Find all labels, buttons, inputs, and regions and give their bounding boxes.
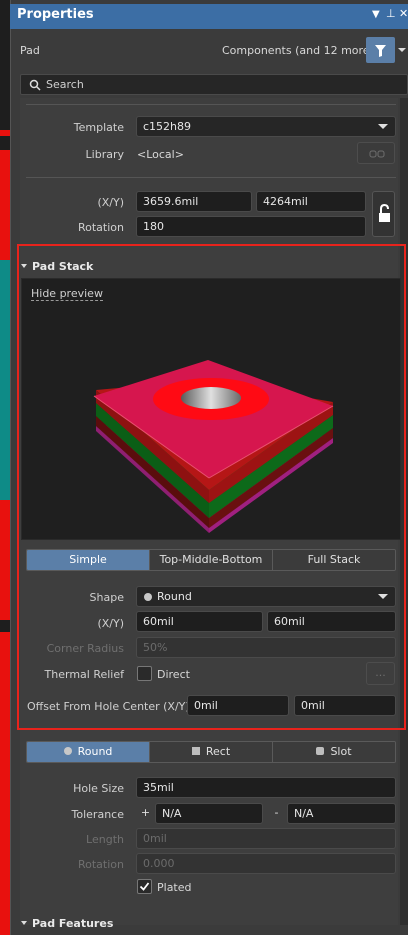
template-dropdown[interactable]: c152h89 [136, 116, 396, 137]
length-label: Length [86, 833, 124, 846]
offset-x-input[interactable]: 0mil [187, 695, 289, 716]
template-value: c152h89 [143, 120, 192, 133]
tolerance-minus-input[interactable]: N/A [287, 803, 396, 824]
library-value: <Local> [137, 148, 184, 161]
tolerance-plus-sign: + [140, 806, 151, 819]
offset-y-input[interactable]: 0mil [294, 695, 396, 716]
thermal-relief-checkbox[interactable] [137, 666, 152, 681]
location-x-input[interactable]: 3659.6mil [136, 191, 252, 212]
tab-top-middle-bottom[interactable]: Top-Middle-Bottom [150, 550, 273, 570]
filter-icon [375, 45, 386, 57]
length-input[interactable]: 0mil [136, 828, 396, 849]
pad-stack-header[interactable]: Pad Stack [21, 260, 93, 273]
checkmark-icon [139, 882, 150, 891]
close-icon[interactable]: ✕ [399, 7, 408, 20]
filter-button[interactable] [366, 37, 395, 63]
hole-type-round-label: Round [77, 745, 113, 758]
editor-trace [0, 130, 10, 136]
offset-label: Offset From Hole Center (X/Y) [27, 700, 190, 713]
tolerance-plus-input[interactable]: N/A [155, 803, 263, 824]
hole-type-round[interactable]: Round [27, 742, 150, 762]
hole-type-rect-label: Rect [205, 745, 231, 758]
hole-type-slot-label: Slot [330, 745, 352, 758]
search-field[interactable]: Search [20, 74, 408, 95]
pad-features-title: Pad Features [32, 917, 114, 930]
search-input[interactable]: Search [46, 78, 84, 91]
unlock-icon [379, 203, 390, 222]
size-xy-label: (X/Y) [97, 617, 124, 630]
plated-label: Plated [157, 881, 192, 894]
round-hole-icon [63, 747, 72, 755]
hole-size-label: Hole Size [73, 782, 124, 795]
location-xy-label: (X/Y) [97, 196, 124, 209]
thermal-relief-more-button[interactable]: ... [366, 662, 395, 685]
hole-size-input[interactable]: 35mil [136, 777, 396, 798]
search-icon [29, 79, 41, 91]
size-y-input[interactable]: 60mil [267, 611, 396, 632]
filter-dropdown-button[interactable] [396, 37, 408, 63]
collapse-triangle-icon [21, 921, 27, 925]
tolerance-minus-sign: - [274, 806, 279, 819]
plated-checkbox[interactable] [137, 879, 152, 894]
rotation-input[interactable]: 180 [136, 216, 366, 237]
tolerance-label: Tolerance [71, 808, 124, 821]
hole-rotation-input[interactable]: 0.000 [136, 853, 396, 874]
chevron-down-icon [378, 594, 388, 599]
hole-type-rect[interactable]: Rect [150, 742, 273, 762]
panel-title: Properties [17, 7, 94, 22]
thermal-relief-label: Thermal Relief [44, 668, 124, 681]
unlink-library-button[interactable] [357, 142, 395, 164]
pad-stack-title: Pad Stack [32, 260, 94, 273]
tab-simple[interactable]: Simple [27, 550, 150, 570]
library-label: Library [85, 148, 124, 161]
shape-dropdown[interactable]: Round [136, 586, 396, 607]
slot-hole-icon [316, 747, 325, 755]
corner-radius-label: Corner Radius [46, 642, 124, 655]
location-y-input[interactable]: 4264mil [256, 191, 366, 212]
template-label: Template [73, 121, 124, 134]
chevron-down-icon [378, 124, 388, 129]
size-x-input[interactable]: 60mil [136, 611, 263, 632]
thermal-relief-value: Direct [157, 668, 190, 681]
divider [26, 177, 396, 178]
stack-mode-tabs: Simple Top-Middle-Bottom Full Stack [26, 549, 396, 571]
pad-stack-3d-render [93, 360, 334, 533]
shape-label: Shape [89, 591, 124, 604]
rotation-label: Rotation [77, 221, 124, 234]
hole-type-tabs: Round Rect Slot [26, 741, 396, 763]
corner-radius-input[interactable]: 50% [136, 637, 396, 658]
dropdown-menu-icon[interactable]: ▼ [372, 9, 380, 20]
hole-rotation-label: Rotation [77, 858, 124, 871]
tab-full-stack[interactable]: Full Stack [273, 550, 395, 570]
editor-background-strip [0, 0, 10, 935]
divider [26, 104, 396, 105]
hole-type-slot[interactable]: Slot [273, 742, 395, 762]
collapse-triangle-icon [21, 264, 27, 268]
object-type-label: Pad [20, 44, 40, 57]
rect-hole-icon [191, 747, 200, 755]
pin-icon[interactable]: ⊥ [386, 7, 396, 20]
editor-region [0, 260, 10, 500]
round-shape-icon [144, 593, 152, 601]
selection-filter-text[interactable]: Components (and 12 more) [222, 44, 374, 57]
pad-features-header[interactable]: Pad Features [21, 917, 113, 930]
lock-button[interactable] [372, 191, 395, 237]
editor-trace [0, 632, 10, 935]
shape-value: Round [157, 590, 192, 603]
link-icon [369, 150, 385, 158]
